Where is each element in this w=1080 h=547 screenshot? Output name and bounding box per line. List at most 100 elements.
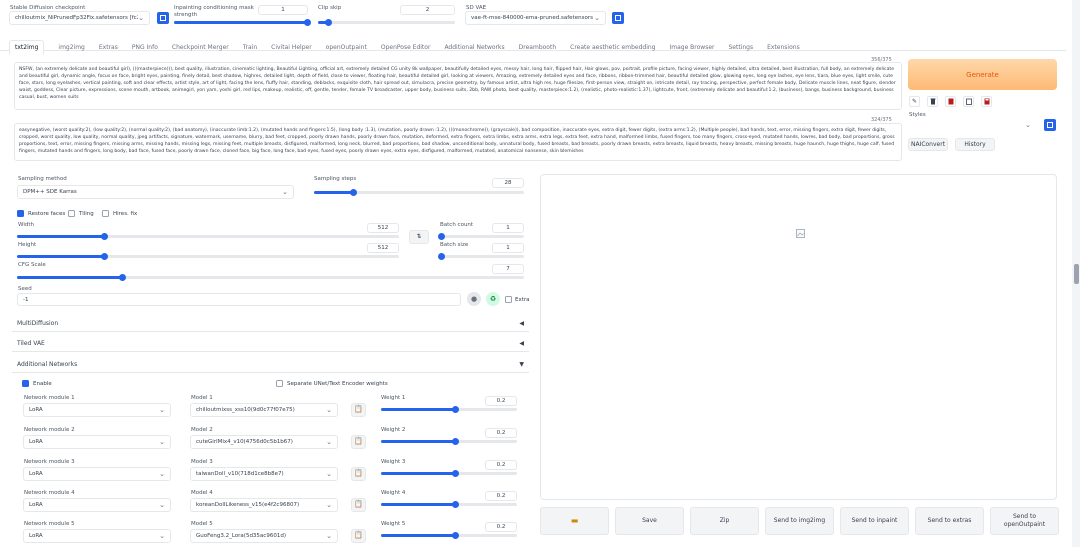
- tab-img2img[interactable]: img2img: [58, 44, 84, 51]
- clear-prompt-button[interactable]: [927, 96, 938, 107]
- weight-slider[interactable]: [381, 470, 517, 477]
- weight-slider[interactable]: [381, 501, 517, 508]
- slider-knob[interactable]: [100, 233, 108, 240]
- model-info-button[interactable]: 📋: [351, 435, 366, 449]
- batch-count-slider[interactable]: [437, 233, 524, 240]
- tab-dreambooth[interactable]: Dreambooth: [519, 44, 556, 51]
- network-module-select[interactable]: LoRA ⌄: [23, 467, 171, 481]
- batch-size-input[interactable]: 1: [492, 243, 524, 253]
- save-style-button[interactable]: [981, 96, 992, 107]
- reuse-seed-button[interactable]: ♻: [486, 292, 500, 306]
- refresh-vae-button[interactable]: [612, 12, 624, 24]
- addnet-enable-checkbox[interactable]: Enable: [22, 380, 52, 387]
- send-to-inpaint-button[interactable]: Send to inpaint: [840, 507, 909, 535]
- weight-input[interactable]: 0.2: [485, 428, 517, 438]
- tab-openoutpaint[interactable]: openOutpaint: [326, 44, 367, 51]
- model-info-button[interactable]: 📋: [351, 403, 366, 417]
- clip-skip-input[interactable]: 2: [400, 5, 455, 15]
- tab-openpose-editor[interactable]: OpenPose Editor: [381, 44, 431, 51]
- slider-knob[interactable]: [451, 532, 459, 539]
- slider-knob[interactable]: [304, 19, 311, 26]
- negative-prompt-textarea[interactable]: easynegative, (worst quality:2), (low qu…: [14, 123, 902, 161]
- model-info-button[interactable]: 📋: [351, 498, 366, 512]
- mask-strength-input[interactable]: 1: [258, 5, 308, 15]
- tab-train[interactable]: Train: [243, 44, 257, 51]
- slider-knob[interactable]: [451, 470, 459, 477]
- extra-networks-button[interactable]: [945, 96, 956, 107]
- slider-knob[interactable]: [451, 438, 459, 445]
- model-select[interactable]: chilloutmixss_xss10(9d0c77f07e75) ⌄: [190, 403, 338, 417]
- save-button[interactable]: Save: [615, 507, 684, 535]
- model-info-button[interactable]: 📋: [351, 529, 366, 543]
- weight-input[interactable]: 0.2: [485, 460, 517, 470]
- model-select[interactable]: taiwanDoll_v10(718d1ce8b8e7) ⌄: [190, 467, 338, 481]
- hires-fix-checkbox[interactable]: Hires. fix: [102, 210, 137, 217]
- zip-button[interactable]: Zip: [690, 507, 759, 535]
- tab-checkpoint-merger[interactable]: Checkpoint Merger: [172, 44, 229, 51]
- model-select[interactable]: koreanDollLikeness_v15(e4f2c96807) ⌄: [190, 498, 338, 512]
- cfg-scale-slider[interactable]: [17, 274, 524, 281]
- model-info-button[interactable]: 📋: [351, 467, 366, 481]
- width-slider[interactable]: [17, 233, 399, 240]
- batch-count-input[interactable]: 1: [492, 223, 524, 233]
- tiled-vae-accordion[interactable]: Tiled VAE ◀: [12, 336, 529, 352]
- weight-input[interactable]: 0.2: [485, 522, 517, 532]
- sampling-method-select[interactable]: DPM++ SDE Karras ⌄: [17, 185, 294, 199]
- history-button[interactable]: History: [955, 138, 995, 151]
- network-module-select[interactable]: LoRA ⌄: [23, 498, 171, 512]
- slider-knob[interactable]: [451, 406, 459, 413]
- send-to-openoutpaint-button[interactable]: Send to openOutpaint: [990, 507, 1059, 535]
- tab-txt2img[interactable]: txt2img: [9, 40, 45, 55]
- height-slider[interactable]: [17, 253, 399, 260]
- network-module-select[interactable]: LoRA ⌄: [23, 403, 171, 417]
- naiconvert-button[interactable]: NAIConvert: [908, 138, 948, 151]
- tab-image-browser[interactable]: Image Browser: [669, 44, 714, 51]
- batch-size-slider[interactable]: [437, 253, 524, 260]
- generate-button[interactable]: Generate: [908, 59, 1057, 90]
- scrollbar-thumb[interactable]: [1073, 264, 1079, 284]
- mask-strength-slider[interactable]: [174, 19, 311, 26]
- tiling-checkbox[interactable]: Tiling: [68, 210, 94, 217]
- multidiffusion-accordion[interactable]: MultiDiffusion ◀: [12, 316, 529, 332]
- width-input[interactable]: 512: [367, 223, 399, 233]
- tab-civitai-helper[interactable]: Civitai Helper: [271, 44, 312, 51]
- tab-additional-networks[interactable]: Additional Networks: [444, 44, 504, 51]
- refresh-checkpoint-button[interactable]: [157, 12, 169, 24]
- slider-knob[interactable]: [119, 274, 127, 281]
- send-to-extras-button[interactable]: Send to extras: [915, 507, 984, 535]
- checkpoint-select[interactable]: chilloutmix_NiPrunedFp32Fix.safetensors …: [9, 11, 150, 25]
- styles-select[interactable]: ⌄: [908, 118, 1036, 132]
- weight-slider[interactable]: [381, 406, 517, 413]
- slider-knob[interactable]: [451, 501, 459, 508]
- vae-select[interactable]: vae-ft-mse-840000-ema-pruned.safetensors…: [465, 11, 606, 25]
- seed-input[interactable]: -1: [17, 293, 461, 306]
- sampling-steps-input[interactable]: 28: [492, 178, 524, 188]
- slider-knob[interactable]: [349, 189, 357, 196]
- slider-knob[interactable]: [100, 253, 108, 260]
- swap-dimensions-button[interactable]: ⇅: [409, 230, 429, 244]
- cfg-scale-input[interactable]: 7: [492, 264, 524, 274]
- tab-extras[interactable]: Extras: [99, 44, 118, 51]
- weight-input[interactable]: 0.2: [485, 396, 517, 406]
- tab-png-info[interactable]: PNG Info: [132, 44, 158, 51]
- slider-knob[interactable]: [324, 19, 332, 26]
- slider-knob[interactable]: [437, 253, 445, 260]
- read-params-button[interactable]: [963, 96, 974, 107]
- height-input[interactable]: 512: [367, 243, 399, 253]
- weight-input[interactable]: 0.2: [485, 491, 517, 501]
- apply-style-button[interactable]: ✎: [909, 96, 920, 107]
- open-folder-button[interactable]: ▬: [540, 507, 609, 535]
- restore-faces-checkbox[interactable]: Restore faces: [17, 210, 65, 217]
- refresh-styles-button[interactable]: [1044, 119, 1056, 131]
- page-scrollbar[interactable]: [1072, 0, 1080, 547]
- random-seed-button[interactable]: ●: [467, 292, 481, 306]
- tab-extensions[interactable]: Extensions: [767, 44, 800, 51]
- extra-seed-checkbox[interactable]: Extra: [505, 296, 530, 303]
- prompt-textarea[interactable]: NSFW, (an extremely delicate and beautif…: [14, 62, 902, 110]
- clip-skip-slider[interactable]: [318, 19, 455, 26]
- weight-slider[interactable]: [381, 438, 517, 445]
- weight-slider[interactable]: [381, 532, 517, 539]
- additional-networks-accordion[interactable]: Additional Networks ▼: [12, 357, 529, 373]
- tab-create-aesthetic-embedding[interactable]: Create aesthetic embedding: [570, 44, 655, 51]
- model-select[interactable]: GuoFeng3.2_Lora(5d35ac9601d) ⌄: [190, 529, 338, 543]
